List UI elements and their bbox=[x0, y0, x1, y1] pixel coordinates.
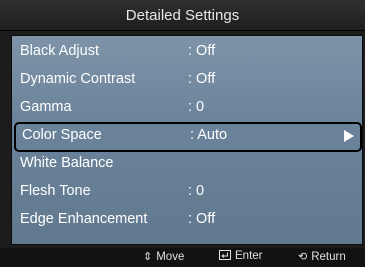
menu-item-edge-enhancement[interactable]: Edge Enhancement : Off bbox=[12, 206, 362, 232]
menu-item-label: Gamma bbox=[20, 99, 72, 115]
menu-item-label: Color Space bbox=[22, 127, 102, 143]
menu-item-white-balance[interactable]: White Balance bbox=[12, 150, 362, 176]
return-label: Return bbox=[311, 251, 346, 263]
menu-item-black-adjust[interactable]: Black Adjust : Off bbox=[12, 38, 362, 64]
up-down-arrows-icon: ⇕ bbox=[143, 251, 153, 263]
move-label: Move bbox=[156, 251, 185, 263]
menu-item-color-space[interactable]: Color Space : Auto bbox=[14, 122, 362, 152]
menu-item-gamma[interactable]: Gamma : 0 bbox=[12, 94, 362, 120]
menu-item-value: : Off bbox=[188, 43, 216, 59]
menu-item-dynamic-contrast[interactable]: Dynamic Contrast : Off bbox=[12, 66, 362, 92]
title-bar: Detailed Settings bbox=[0, 0, 365, 31]
menu-item-label: Dynamic Contrast bbox=[20, 71, 136, 87]
arrow-right-icon bbox=[344, 130, 354, 142]
enter-hint: Enter bbox=[219, 250, 263, 262]
menu-item-value: : Off bbox=[188, 71, 216, 87]
menu-item-label: Edge Enhancement bbox=[20, 211, 148, 227]
menu-item-value: : 0 bbox=[188, 183, 205, 199]
enter-icon bbox=[219, 250, 231, 260]
menu-item-value: : Off bbox=[188, 211, 216, 227]
enter-label: Enter bbox=[235, 250, 263, 262]
menu-item-label: White Balance bbox=[20, 155, 114, 171]
page-title: Detailed Settings bbox=[125, 7, 240, 24]
menu-item-value: : Auto bbox=[190, 127, 228, 143]
move-hint: ⇕ Move bbox=[143, 250, 184, 263]
menu-item-value: : 0 bbox=[188, 99, 205, 115]
footer-hints: ⇕ Move Enter ⟲ Return bbox=[0, 248, 365, 267]
return-hint: ⟲ Return bbox=[298, 250, 346, 263]
menu-item-label: Flesh Tone bbox=[20, 183, 91, 199]
menu-item-flesh-tone[interactable]: Flesh Tone : 0 bbox=[12, 178, 362, 204]
settings-menu: Black Adjust : Off Dynamic Contrast : Of… bbox=[11, 35, 363, 245]
menu-item-label: Black Adjust bbox=[20, 43, 99, 59]
osd-window: Detailed Settings Black Adjust : Off Dyn… bbox=[0, 0, 365, 267]
return-icon: ⟲ bbox=[298, 251, 308, 263]
